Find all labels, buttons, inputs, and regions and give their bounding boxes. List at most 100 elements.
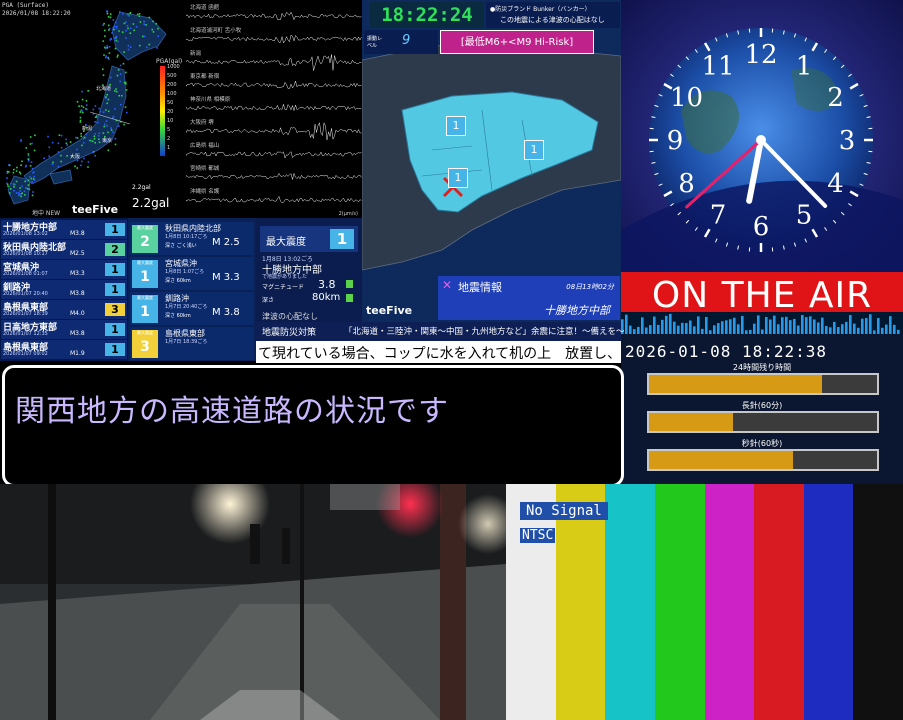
station-dot	[8, 193, 11, 196]
station-dot	[43, 157, 45, 159]
station-dot	[156, 47, 158, 49]
station-dot	[29, 143, 32, 145]
station-dot	[26, 187, 29, 190]
station-dot	[80, 105, 83, 107]
station-dot	[148, 43, 151, 46]
equalizer-bar	[889, 316, 892, 334]
station-dot	[114, 47, 117, 50]
equalizer-bar	[649, 325, 652, 334]
eq-card-intensity-value: 1	[140, 269, 150, 285]
station-dot	[119, 80, 121, 83]
color-bar	[605, 484, 656, 720]
equalizer-bar	[665, 315, 668, 334]
station-dot	[102, 40, 105, 42]
station-dot	[82, 106, 85, 109]
station-dot	[57, 142, 60, 145]
station-dot	[60, 134, 63, 137]
equalizer-bar	[765, 316, 768, 334]
station-dot	[129, 32, 132, 34]
map-brand-logo: teeFive	[72, 203, 119, 216]
eq-list-datetime: 2026/01/08 01:07	[3, 271, 48, 277]
station-dot	[65, 138, 67, 141]
station-dot	[115, 90, 118, 93]
peak-value: 2.2gal	[132, 196, 170, 210]
station-dot	[27, 158, 30, 160]
station-dot	[117, 40, 119, 43]
eq-list-row: 秋田県内陸北部 2026/01/08 10:17 M2.5 2	[1, 240, 127, 260]
station-dot	[108, 29, 110, 31]
station-dot	[30, 177, 33, 180]
pga-scale-tick: 500	[167, 73, 177, 79]
eq-list-intensity: 1	[105, 343, 125, 356]
station-dot	[127, 48, 130, 51]
station-dot	[87, 90, 89, 92]
equalizer-bar	[781, 317, 784, 334]
station-dot	[21, 185, 23, 188]
seismograph-station-label: 沖縄県 名護	[190, 189, 220, 195]
station-dot	[127, 44, 130, 47]
eq-card-intensity-box: 最大震度 2	[132, 225, 158, 253]
station-dot	[20, 195, 22, 198]
map-region-label: 新潟	[82, 126, 93, 132]
station-dot	[92, 108, 95, 111]
seismograph-station-label: 東京都 新宿	[190, 74, 220, 80]
station-dot	[102, 111, 105, 113]
station-dot	[34, 134, 36, 137]
equalizer-bar	[793, 318, 796, 334]
seismograph-trace	[186, 11, 362, 21]
station-dot	[19, 190, 21, 192]
equalizer-bar	[797, 325, 800, 334]
station-dot	[93, 138, 96, 140]
pga-scale-tick: 5	[167, 127, 171, 133]
station-dot	[93, 135, 96, 138]
eq-list-datetime: 2026/01/08 10:17	[3, 251, 48, 257]
station-dot	[136, 13, 139, 16]
station-dot	[107, 110, 110, 113]
station-dot	[129, 27, 132, 30]
eq-list-row: 釧路沖 2026/01/07 20:40 M3.8 1	[1, 280, 127, 300]
station-dot	[6, 172, 9, 174]
station-dot	[97, 135, 100, 137]
station-dot	[20, 164, 22, 166]
station-dot	[110, 129, 113, 131]
progress-label: 秒針(60秒)	[741, 439, 783, 448]
equalizer-bar	[829, 327, 832, 334]
station-dot	[112, 131, 114, 134]
station-dot	[33, 179, 36, 181]
station-dot	[113, 28, 115, 31]
station-dot	[13, 183, 15, 185]
station-dot	[76, 167, 79, 169]
intensity-marker: 1	[446, 116, 466, 136]
station-dot	[138, 13, 141, 15]
progress-label: 長針(60分)	[741, 401, 783, 410]
color-bar	[754, 484, 805, 720]
station-dot	[24, 194, 26, 196]
station-dot	[52, 161, 54, 164]
station-dot	[81, 111, 84, 114]
equalizer-bar	[685, 322, 688, 334]
station-dot	[102, 74, 105, 76]
alert-ticker: 地震防災対策 「北海道・三陸沖・関東〜中国・九州地方など」余震に注意！〜備えを〜	[256, 322, 625, 341]
ticker-tag: 地震防災対策	[262, 328, 317, 338]
station-dot	[21, 192, 23, 195]
station-dot	[12, 171, 15, 174]
station-dot	[117, 69, 120, 71]
station-dot	[110, 76, 112, 79]
progress-fill	[649, 413, 734, 431]
station-dot	[135, 26, 138, 28]
equalizer-bar	[741, 315, 744, 334]
station-dot	[105, 56, 107, 59]
station-dot	[97, 121, 99, 124]
station-dot	[23, 190, 26, 193]
station-dot	[94, 116, 97, 118]
station-dot	[128, 15, 130, 17]
eq-card-time: 1月8日 10:17ごろ	[165, 234, 208, 240]
station-dot	[13, 186, 15, 188]
station-dot	[81, 98, 84, 101]
pga-scale-tick: 200	[167, 82, 177, 88]
station-dot	[32, 171, 34, 174]
station-dot	[108, 58, 110, 60]
equalizer-bar	[865, 318, 868, 334]
station-dot	[89, 139, 92, 142]
pga-scale-tick: 1000	[167, 64, 180, 70]
